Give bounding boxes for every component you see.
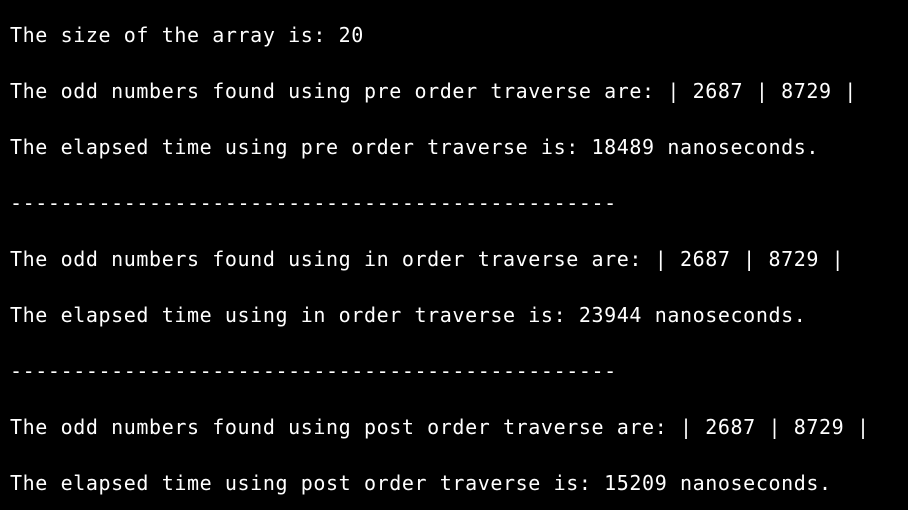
output-line-preorder-odd-numbers: The odd numbers found using pre order tr… — [10, 79, 857, 103]
terminal-output[interactable]: The size of the array is: 20 The odd num… — [0, 0, 908, 510]
output-line-preorder-elapsed-time: The elapsed time using pre order travers… — [10, 135, 820, 159]
output-line-array-size: The size of the array is: 20 — [10, 23, 364, 47]
output-line-postorder-odd-numbers: The odd numbers found using post order t… — [10, 415, 870, 439]
output-separator: ----------------------------------------… — [10, 191, 617, 215]
output-line-postorder-elapsed-time: The elapsed time using post order traver… — [10, 471, 832, 495]
output-line-inorder-elapsed-time: The elapsed time using in order traverse… — [10, 303, 807, 327]
output-separator: ----------------------------------------… — [10, 359, 617, 383]
output-line-inorder-odd-numbers: The odd numbers found using in order tra… — [10, 247, 845, 271]
